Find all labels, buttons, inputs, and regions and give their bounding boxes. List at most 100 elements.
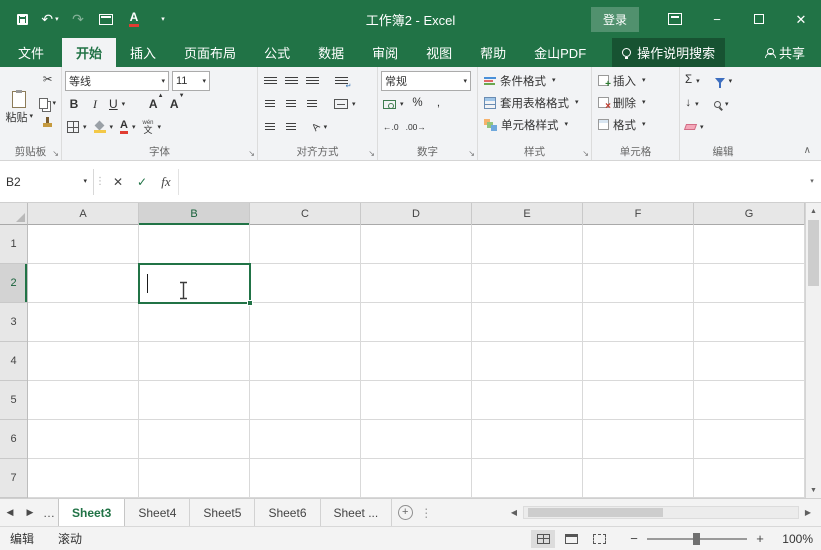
insert-function-button[interactable]: fx xyxy=(154,169,178,195)
align-left-button[interactable] xyxy=(261,94,279,114)
increase-font-size-button[interactable]: A▲ xyxy=(144,94,162,114)
number-format-combo[interactable]: 常规▾ xyxy=(381,71,471,91)
top-align-button[interactable] xyxy=(261,71,279,91)
scroll-up-icon[interactable]: ▲ xyxy=(806,203,821,219)
name-box[interactable]: B2▾ xyxy=(0,169,94,195)
increase-indent-button[interactable] xyxy=(282,117,300,137)
row-header-1[interactable]: 1 xyxy=(0,225,27,264)
row-header-4[interactable]: 4 xyxy=(0,342,27,381)
cancel-button[interactable]: ✕ xyxy=(106,169,130,195)
column-header-c[interactable]: C xyxy=(250,203,361,225)
merge-center-button[interactable]: ▾ xyxy=(332,94,358,114)
find-select-button[interactable]: ▾ xyxy=(712,94,731,114)
fill-handle[interactable] xyxy=(247,300,253,306)
conditional-formatting-button[interactable]: 条件格式▾ xyxy=(481,70,588,91)
percent-style-button[interactable]: % xyxy=(409,94,427,114)
accounting-format-button[interactable]: ▾ xyxy=(381,94,406,114)
format-cells-button[interactable]: 格式▾ xyxy=(595,114,676,135)
scroll-down-icon[interactable]: ▼ xyxy=(806,482,821,498)
tab-view[interactable]: 视图 xyxy=(412,38,466,67)
sheet-list-ellipsis[interactable]: … xyxy=(40,499,58,526)
zoom-slider-track[interactable] xyxy=(647,538,747,540)
underline-button[interactable]: U▾ xyxy=(107,94,127,114)
decrease-indent-button[interactable] xyxy=(261,117,279,137)
close-button[interactable]: ✕ xyxy=(781,0,821,38)
align-center-button[interactable] xyxy=(282,94,300,114)
comma-style-button[interactable]: , xyxy=(430,94,448,114)
cells-area[interactable] xyxy=(28,225,805,498)
increase-decimal-button[interactable]: ←.0 xyxy=(381,117,401,137)
row-header-3[interactable]: 3 xyxy=(0,303,27,342)
enter-button[interactable]: ✓ xyxy=(130,169,154,195)
minimize-button[interactable]: − xyxy=(697,0,737,38)
number-dialog-launcher[interactable]: ↘ xyxy=(468,150,475,158)
zoom-level[interactable]: 100% xyxy=(775,532,813,546)
wrap-text-button[interactable] xyxy=(332,71,350,91)
column-header-d[interactable]: D xyxy=(361,203,472,225)
undo-button[interactable]: ↶▾ xyxy=(38,6,62,32)
expand-formula-bar-button[interactable]: ▾ xyxy=(801,169,821,195)
tab-review[interactable]: 审阅 xyxy=(358,38,412,67)
tab-home[interactable]: 开始 xyxy=(62,38,116,67)
print-preview-button[interactable] xyxy=(94,6,118,32)
sheet-tab-sheet4[interactable]: Sheet4 xyxy=(125,499,190,526)
save-button[interactable] xyxy=(10,6,34,32)
phonetic-guide-button[interactable]: wén文▾ xyxy=(141,117,164,137)
sheet-tab-sheet5[interactable]: Sheet5 xyxy=(190,499,255,526)
copy-button[interactable]: ▾ xyxy=(37,93,58,113)
collapse-ribbon-button[interactable]: ∧ xyxy=(804,145,811,156)
zoom-in-button[interactable]: + xyxy=(753,531,767,546)
column-header-a[interactable]: A xyxy=(28,203,139,225)
scroll-left-icon[interactable]: ◀ xyxy=(507,508,521,517)
clear-button[interactable]: ▾ xyxy=(683,117,706,137)
cut-button[interactable]: ✂ xyxy=(37,71,58,91)
alignment-dialog-launcher[interactable]: ↘ xyxy=(368,150,375,158)
redo-button[interactable]: ↷ xyxy=(66,6,90,32)
horizontal-scroll-thumb[interactable] xyxy=(528,508,663,517)
ribbon-display-options-button[interactable] xyxy=(655,0,695,38)
horizontal-scrollbar[interactable]: ◀ ▶ xyxy=(507,499,821,526)
maximize-button[interactable] xyxy=(739,0,779,38)
format-as-table-button[interactable]: 套用表格格式▾ xyxy=(481,92,588,113)
tab-data[interactable]: 数据 xyxy=(304,38,358,67)
formula-bar-splitter[interactable]: ⋮ xyxy=(94,176,106,187)
column-header-g[interactable]: G xyxy=(694,203,805,225)
customize-qat-button[interactable]: ▾ xyxy=(150,6,174,32)
decrease-decimal-button[interactable]: .00→ xyxy=(404,117,428,137)
clipboard-dialog-launcher[interactable]: ↘ xyxy=(52,150,59,158)
bottom-align-button[interactable] xyxy=(303,71,321,91)
orientation-button[interactable]: A▾ xyxy=(311,117,329,137)
fill-button[interactable]: ↓▾ xyxy=(683,94,701,114)
italic-button[interactable]: I xyxy=(86,94,104,114)
zoom-out-button[interactable]: − xyxy=(627,531,641,546)
middle-align-button[interactable] xyxy=(282,71,300,91)
bold-button[interactable]: B xyxy=(65,94,83,114)
format-painter-button[interactable] xyxy=(37,115,58,135)
column-header-b[interactable]: B xyxy=(139,203,250,225)
row-header-5[interactable]: 5 xyxy=(0,381,27,420)
column-header-f[interactable]: F xyxy=(583,203,694,225)
fill-color-button[interactable]: ▾ xyxy=(92,117,116,137)
new-sheet-button[interactable]: + xyxy=(392,499,418,526)
horizontal-scroll-track[interactable] xyxy=(523,506,799,519)
cell-styles-button[interactable]: 单元格样式▾ xyxy=(481,114,588,135)
tab-page-layout[interactable]: 页面布局 xyxy=(170,38,250,67)
zoom-slider-thumb[interactable] xyxy=(693,533,700,545)
normal-view-button[interactable] xyxy=(531,530,555,548)
page-layout-view-button[interactable] xyxy=(559,530,583,548)
scroll-right-icon[interactable]: ▶ xyxy=(801,508,815,517)
page-break-view-button[interactable] xyxy=(587,530,611,548)
row-header-2[interactable]: 2 xyxy=(0,264,27,303)
tab-file[interactable]: 文件 xyxy=(0,38,62,67)
paste-button[interactable]: 粘贴▾ xyxy=(3,70,35,145)
styles-dialog-launcher[interactable]: ↘ xyxy=(582,150,589,158)
formula-input[interactable] xyxy=(178,169,801,195)
autosum-button[interactable]: Σ▾ xyxy=(683,71,702,91)
select-all-button[interactable] xyxy=(0,203,28,225)
sheet-nav-left[interactable]: ◀ xyxy=(0,499,20,526)
sheet-tab-sheet6[interactable]: Sheet6 xyxy=(255,499,320,526)
column-header-e[interactable]: E xyxy=(472,203,583,225)
vertical-scrollbar[interactable]: ▲ ▼ xyxy=(805,203,821,498)
row-header-6[interactable]: 6 xyxy=(0,420,27,459)
font-dialog-launcher[interactable]: ↘ xyxy=(248,150,255,158)
